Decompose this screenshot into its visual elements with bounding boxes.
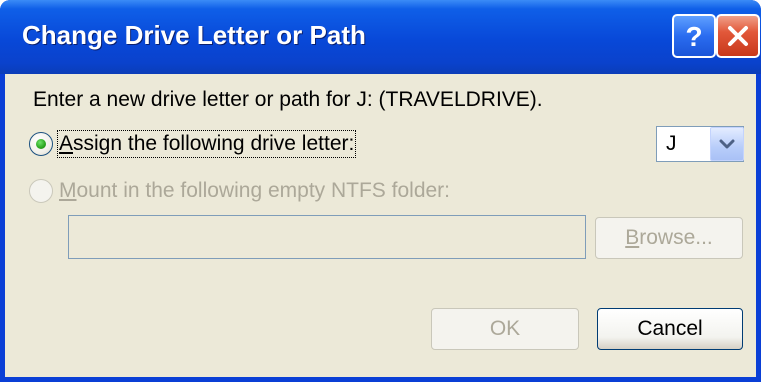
drive-letter-dropdown-button[interactable] — [710, 127, 744, 161]
radio-selected-dot — [36, 139, 46, 149]
help-icon: ? — [682, 21, 706, 51]
drive-letter-value: J — [666, 132, 677, 155]
browse-button[interactable]: Browse... — [595, 217, 743, 259]
drive-letter-combobox[interactable]: J — [656, 126, 744, 162]
assign-letter-option[interactable]: Assign the following drive letter: — [29, 129, 357, 159]
assign-letter-label-text: ssign the following drive letter: — [73, 132, 355, 155]
mount-folder-label[interactable]: Mount in the following empty NTFS folder… — [59, 179, 450, 203]
close-icon — [726, 24, 750, 48]
assign-letter-radio[interactable] — [29, 132, 53, 156]
dialog-title: Change Drive Letter or Path — [22, 20, 366, 50]
cancel-button[interactable]: Cancel — [597, 308, 743, 350]
mount-folder-option[interactable]: Mount in the following empty NTFS folder… — [29, 176, 450, 206]
ok-button[interactable]: OK — [431, 308, 579, 350]
prompt-text: Enter a new drive letter or path for J: … — [33, 88, 543, 111]
dialog-window: Change Drive Letter or Path ? Enter a ne… — [0, 0, 761, 382]
folder-path-input[interactable] — [68, 215, 586, 259]
mount-folder-label-text: ount in the following empty NTFS folder: — [76, 179, 451, 202]
browse-mnemonic: B — [625, 226, 640, 249]
close-button[interactable] — [716, 14, 760, 58]
browse-label-text: rowse... — [639, 226, 713, 249]
help-glyph: ? — [685, 21, 702, 51]
assign-letter-mnemonic: A — [59, 132, 74, 155]
mount-folder-mnemonic: M — [59, 179, 77, 202]
title-bar[interactable]: Change Drive Letter or Path ? — [0, 0, 761, 74]
chevron-down-icon — [719, 139, 735, 149]
assign-letter-label[interactable]: Assign the following drive letter: — [56, 130, 357, 158]
mount-folder-radio[interactable] — [29, 179, 53, 203]
dialog-body: Enter a new drive letter or path for J: … — [5, 74, 756, 377]
help-button[interactable]: ? — [672, 14, 716, 58]
